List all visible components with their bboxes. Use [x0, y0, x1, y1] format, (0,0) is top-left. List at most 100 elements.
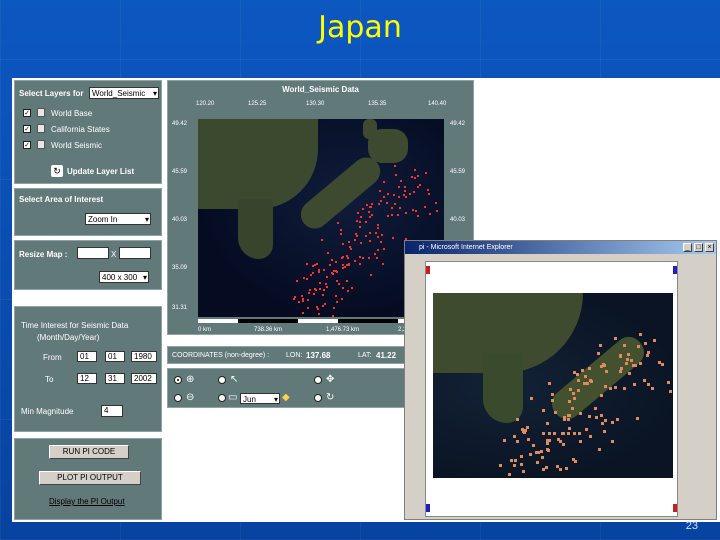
pointer-icon: ↖: [230, 374, 239, 385]
quake-marker: [515, 418, 519, 422]
refresh-radio[interactable]: [314, 394, 322, 402]
to-month-input[interactable]: 12: [77, 373, 97, 384]
quake-marker: [558, 467, 562, 471]
from-day-input[interactable]: 01: [105, 351, 125, 362]
quake-marker: [368, 231, 371, 234]
quake-marker: [529, 453, 533, 457]
zoom-out-radio[interactable]: [174, 394, 182, 402]
quake-marker: [657, 360, 661, 364]
color-strip-bottom: [426, 504, 430, 512]
quake-marker: [565, 466, 569, 470]
quake-marker: [341, 267, 344, 270]
zoom-in-radio[interactable]: [174, 376, 182, 384]
right-tick: 45.59: [450, 169, 466, 175]
layer-checkbox[interactable]: ✓: [23, 141, 31, 149]
quake-marker: [377, 203, 380, 206]
left-tick: 49.42: [172, 121, 188, 127]
area-select[interactable]: Zoom In: [85, 213, 151, 225]
sakhalin-island: [363, 119, 377, 139]
quake-marker: [394, 173, 397, 176]
quake-marker: [620, 366, 624, 370]
quake-marker: [652, 339, 656, 343]
height-input[interactable]: [119, 247, 151, 259]
layer-label: World Base: [51, 109, 93, 118]
quake-marker: [553, 431, 557, 435]
update-layer-link[interactable]: Update Layer List: [67, 167, 134, 176]
size-select[interactable]: 400 x 300: [99, 271, 149, 283]
pi-output-map[interactable]: [433, 293, 673, 478]
quake-marker: [397, 214, 400, 217]
to-year-input[interactable]: 2002: [131, 373, 157, 384]
quake-marker: [356, 235, 359, 238]
area-header: Select Area of Interest: [19, 195, 104, 204]
quake-marker: [313, 293, 316, 296]
to-label: To: [45, 375, 54, 384]
quake-marker: [547, 431, 551, 435]
maximize-button[interactable]: □: [694, 243, 703, 252]
quake-marker: [651, 386, 655, 390]
tool-select[interactable]: Jun: [240, 393, 280, 405]
quake-marker: [327, 251, 330, 254]
refresh-icon[interactable]: ↻: [51, 165, 63, 177]
layer-icon: [37, 108, 45, 117]
magnitude-input[interactable]: 4: [101, 405, 123, 417]
quake-marker: [541, 455, 545, 459]
layer-toggle-icon[interactable]: ◆: [282, 393, 290, 403]
layer-checkbox[interactable]: ✓: [23, 125, 31, 133]
pan-radio[interactable]: [314, 376, 322, 384]
dataset-select[interactable]: World_Seismic: [89, 87, 159, 99]
identify-radio[interactable]: [218, 376, 226, 384]
area-panel: Select Area of Interest Zoom In: [14, 188, 162, 236]
close-button[interactable]: ×: [705, 243, 714, 252]
to-day-input[interactable]: 31: [105, 373, 125, 384]
actions-panel: RUN PI CODE PLOT PI OUTPUT Display the P…: [14, 438, 162, 520]
layer-checkbox[interactable]: ✓: [23, 109, 31, 117]
quake-marker: [391, 213, 394, 216]
quake-marker: [588, 435, 592, 439]
quake-marker: [326, 275, 329, 278]
from-year-input[interactable]: 1980: [131, 351, 157, 362]
display-pi-output-link[interactable]: Display the PI Output: [49, 497, 125, 506]
scale-label: 0 km: [198, 327, 212, 333]
quake-marker: [335, 269, 338, 272]
quake-marker: [554, 410, 558, 414]
quake-marker: [393, 194, 396, 197]
select-radio[interactable]: [218, 394, 226, 402]
quake-marker: [427, 192, 430, 195]
quake-marker: [378, 190, 381, 193]
quake-marker: [317, 308, 320, 311]
quake-marker: [542, 408, 546, 412]
quake-marker: [310, 274, 313, 277]
quake-marker: [350, 248, 353, 251]
quake-marker: [614, 385, 618, 389]
plot-pi-output-button[interactable]: PLOT PI OUTPUT: [39, 471, 141, 485]
quake-marker: [632, 383, 636, 387]
quake-marker: [608, 387, 612, 391]
quake-marker: [376, 227, 379, 230]
quake-marker: [404, 211, 407, 214]
quake-marker: [513, 434, 517, 438]
left-tick: 31.31: [172, 305, 188, 311]
quake-marker: [627, 353, 631, 357]
quake-marker: [578, 411, 582, 415]
top-tick: 135.35: [368, 101, 387, 107]
pi-output-window[interactable]: pi - Microsoft Internet Explorer _ □ ×: [404, 240, 717, 520]
quake-marker: [628, 372, 632, 376]
quake-marker: [387, 215, 390, 217]
quake-marker: [322, 294, 325, 297]
width-input[interactable]: [77, 247, 109, 259]
quake-marker: [632, 363, 636, 367]
quake-marker: [567, 426, 571, 430]
from-month-input[interactable]: 01: [77, 351, 97, 362]
korea-peninsula: [483, 353, 523, 423]
quake-marker: [393, 165, 396, 168]
quake-marker: [295, 280, 298, 283]
quake-marker: [315, 288, 318, 291]
quake-marker: [551, 399, 555, 403]
minimize-button[interactable]: _: [683, 243, 692, 252]
run-pi-code-button[interactable]: RUN PI CODE: [49, 445, 129, 459]
quake-marker: [435, 209, 438, 212]
quake-marker: [380, 241, 383, 244]
layer-icon: [37, 124, 45, 133]
magnitude-label: Min Magnitude: [21, 407, 74, 416]
